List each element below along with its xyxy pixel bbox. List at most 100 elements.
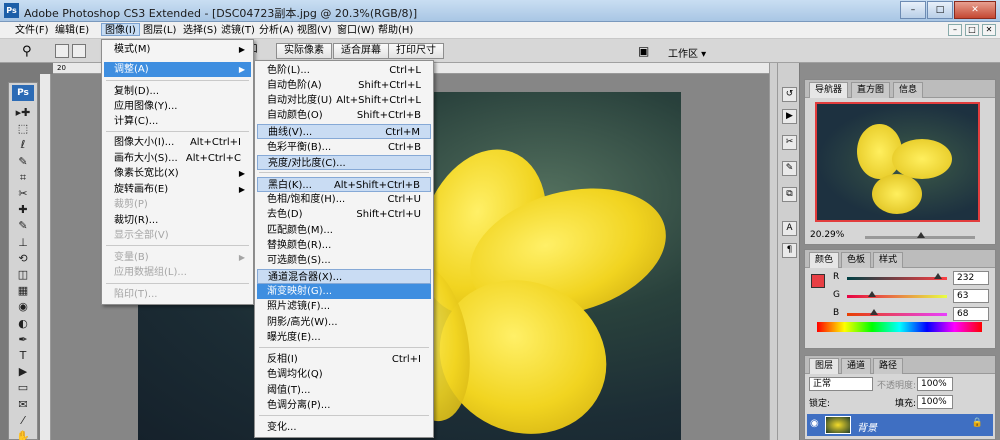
print-size-button[interactable]: 打印尺寸	[388, 43, 444, 59]
menu-help[interactable]: 帮助(H)	[375, 24, 416, 37]
adjust-menu-item[interactable]: 亮度/对比度(C)...	[257, 155, 431, 170]
image-menu-item[interactable]: 复制(D)...	[104, 84, 251, 99]
pen-icon[interactable]: ✒	[14, 332, 32, 348]
adjust-menu-item[interactable]: 阴影/高光(W)...	[257, 315, 431, 330]
adjust-menu-item[interactable]: 自动对比度(U) Alt+Shift+Ctrl+L	[257, 93, 431, 108]
clone-stamp-icon[interactable]: ⊥	[14, 235, 32, 251]
dodge-icon[interactable]: ◐	[14, 316, 32, 332]
shape-icon[interactable]: ▭	[14, 380, 32, 396]
close-button[interactable]: ✕	[954, 1, 996, 19]
adjust-menu-item[interactable]: 自动颜色(O) Shift+Ctrl+B	[257, 108, 431, 123]
fit-screen-button[interactable]: 适合屏幕	[333, 43, 389, 59]
adjust-menu-item[interactable]: 阈值(T)...	[257, 383, 431, 398]
blur-icon[interactable]: ◉	[14, 299, 32, 315]
adjust-menu-item[interactable]: 去色(D) Shift+Ctrl+U	[257, 207, 431, 222]
foreground-color-swatch[interactable]	[811, 274, 825, 288]
image-menu-item[interactable]: 图像大小(I)... Alt+Ctrl+I	[104, 135, 251, 150]
minimize-button[interactable]: –	[900, 1, 926, 19]
healing-icon[interactable]: ✚	[14, 202, 32, 218]
channel-value-input[interactable]: 232	[953, 271, 989, 285]
slider-thumb[interactable]	[868, 291, 876, 297]
workspace-icon[interactable]: ▣	[638, 44, 649, 58]
adjust-menu-item[interactable]: 色相/饱和度(H)... Ctrl+U	[257, 192, 431, 207]
brushes-icon[interactable]: ✎	[782, 161, 797, 176]
history-icon[interactable]: ↺	[782, 87, 797, 102]
slice-icon[interactable]: ✂	[14, 186, 32, 202]
adjust-menu-item[interactable]: 色调分离(P)...	[257, 398, 431, 413]
hand-icon[interactable]: ✋	[14, 429, 32, 440]
opacity-input[interactable]: 100%	[917, 377, 953, 391]
channel-value-input[interactable]: 63	[953, 289, 989, 303]
gradient-icon[interactable]: ▦	[14, 283, 32, 299]
tab-navigator[interactable]: 导航器	[809, 82, 849, 98]
quick-select-icon[interactable]: ✎	[14, 154, 32, 170]
actual-pixels-button[interactable]: 实际像素	[276, 43, 332, 59]
adjust-menu-item[interactable]: 黑白(K)... Alt+Shift+Ctrl+B	[257, 177, 431, 192]
tab-styles[interactable]: 样式	[873, 252, 904, 268]
menu-view[interactable]: 视图(V)	[294, 24, 335, 37]
navigator-thumbnail[interactable]	[815, 102, 980, 222]
image-menu-item[interactable]: 画布大小(S)... Alt+Ctrl+C	[104, 151, 251, 166]
eraser-icon[interactable]: ◫	[14, 267, 32, 283]
image-menu-item[interactable]: 像素长宽比(X) ▶	[104, 166, 251, 181]
maximize-button[interactable]: □	[927, 1, 953, 19]
adjust-menu-item[interactable]: 自动色阶(A) Shift+Ctrl+L	[257, 78, 431, 93]
menu-layer[interactable]: 图层(L)	[140, 24, 179, 37]
clone-source-icon[interactable]: ⧉	[782, 187, 797, 202]
menu-edit[interactable]: 编辑(E)	[52, 24, 92, 37]
tab-histogram[interactable]: 直方图	[851, 82, 891, 98]
slider-thumb[interactable]	[934, 273, 942, 279]
adjust-menu-item[interactable]: 曝光度(E)...	[257, 330, 431, 345]
paragraph-icon[interactable]: ¶	[782, 243, 797, 258]
adjust-menu-item[interactable]: 匹配颜色(M)...	[257, 223, 431, 238]
eye-icon[interactable]: ◉	[810, 418, 819, 429]
tab-layers[interactable]: 图层	[809, 358, 840, 374]
adjust-menu-item[interactable]: 色调均化(Q)	[257, 367, 431, 382]
image-menu-item[interactable]: 调整(A) ▶	[104, 62, 251, 77]
slider-thumb[interactable]	[870, 309, 878, 315]
move-icon[interactable]: ▸✚	[14, 105, 32, 121]
magnifier-icon[interactable]: ⚲	[22, 44, 32, 59]
menu-window[interactable]: 窗口(W)	[334, 24, 378, 37]
channel-slider[interactable]	[847, 309, 947, 316]
navigator-zoom[interactable]: 20.29%	[810, 230, 844, 240]
doc-minimize-button[interactable]: –	[948, 24, 962, 36]
type-icon[interactable]: T	[14, 348, 32, 364]
channel-value-input[interactable]: 68	[953, 307, 989, 321]
actions-icon[interactable]: ▶	[782, 109, 797, 124]
zoom-in-icon[interactable]	[55, 44, 69, 58]
doc-close-button[interactable]: ✕	[982, 24, 996, 36]
adjust-menu-item[interactable]: 色阶(L)... Ctrl+L	[257, 63, 431, 78]
menu-file[interactable]: 文件(F)	[12, 24, 52, 37]
tab-color[interactable]: 颜色	[809, 252, 840, 268]
image-menu-item[interactable]: 计算(C)...	[104, 114, 251, 129]
image-menu-item[interactable]: 裁切(R)...	[104, 213, 251, 228]
brush-icon[interactable]: ✎	[14, 218, 32, 234]
image-menu-item[interactable]: 旋转画布(E) ▶	[104, 182, 251, 197]
tab-paths[interactable]: 路径	[873, 358, 904, 374]
marquee-icon[interactable]: ⬚	[14, 121, 32, 137]
slider-thumb[interactable]	[917, 232, 925, 238]
channel-slider[interactable]	[847, 273, 947, 280]
image-menu-item[interactable]: 应用图像(Y)...	[104, 99, 251, 114]
character-icon[interactable]: A	[782, 221, 797, 236]
adjust-menu-item[interactable]: 变化...	[257, 420, 431, 435]
navigator-zoom-slider[interactable]	[865, 232, 975, 239]
image-menu-item[interactable]: 模式(M) ▶	[104, 42, 251, 57]
channel-slider[interactable]	[847, 291, 947, 298]
tab-swatches[interactable]: 色板	[841, 252, 872, 268]
adjust-menu-item[interactable]: 通道混合器(X)...	[257, 269, 431, 284]
adjust-menu-item[interactable]: 色彩平衡(B)... Ctrl+B	[257, 140, 431, 155]
zoom-out-icon[interactable]	[72, 44, 86, 58]
path-select-icon[interactable]: ▶	[14, 364, 32, 380]
adjust-menu-item[interactable]: 可选颜色(S)...	[257, 253, 431, 268]
adjust-menu-item[interactable]: 照片滤镜(F)...	[257, 299, 431, 314]
adjust-menu-item[interactable]: 替换颜色(R)...	[257, 238, 431, 253]
adjust-menu-item[interactable]: 反相(I) Ctrl+I	[257, 352, 431, 367]
doc-restore-button[interactable]: □	[965, 24, 979, 36]
menu-image[interactable]: 图像(I)	[101, 23, 140, 36]
crop-icon[interactable]: ⌗	[14, 170, 32, 186]
fill-input[interactable]: 100%	[917, 395, 953, 409]
menu-filter[interactable]: 滤镜(T)	[218, 24, 258, 37]
tool-presets-icon[interactable]: ✂	[782, 135, 797, 150]
